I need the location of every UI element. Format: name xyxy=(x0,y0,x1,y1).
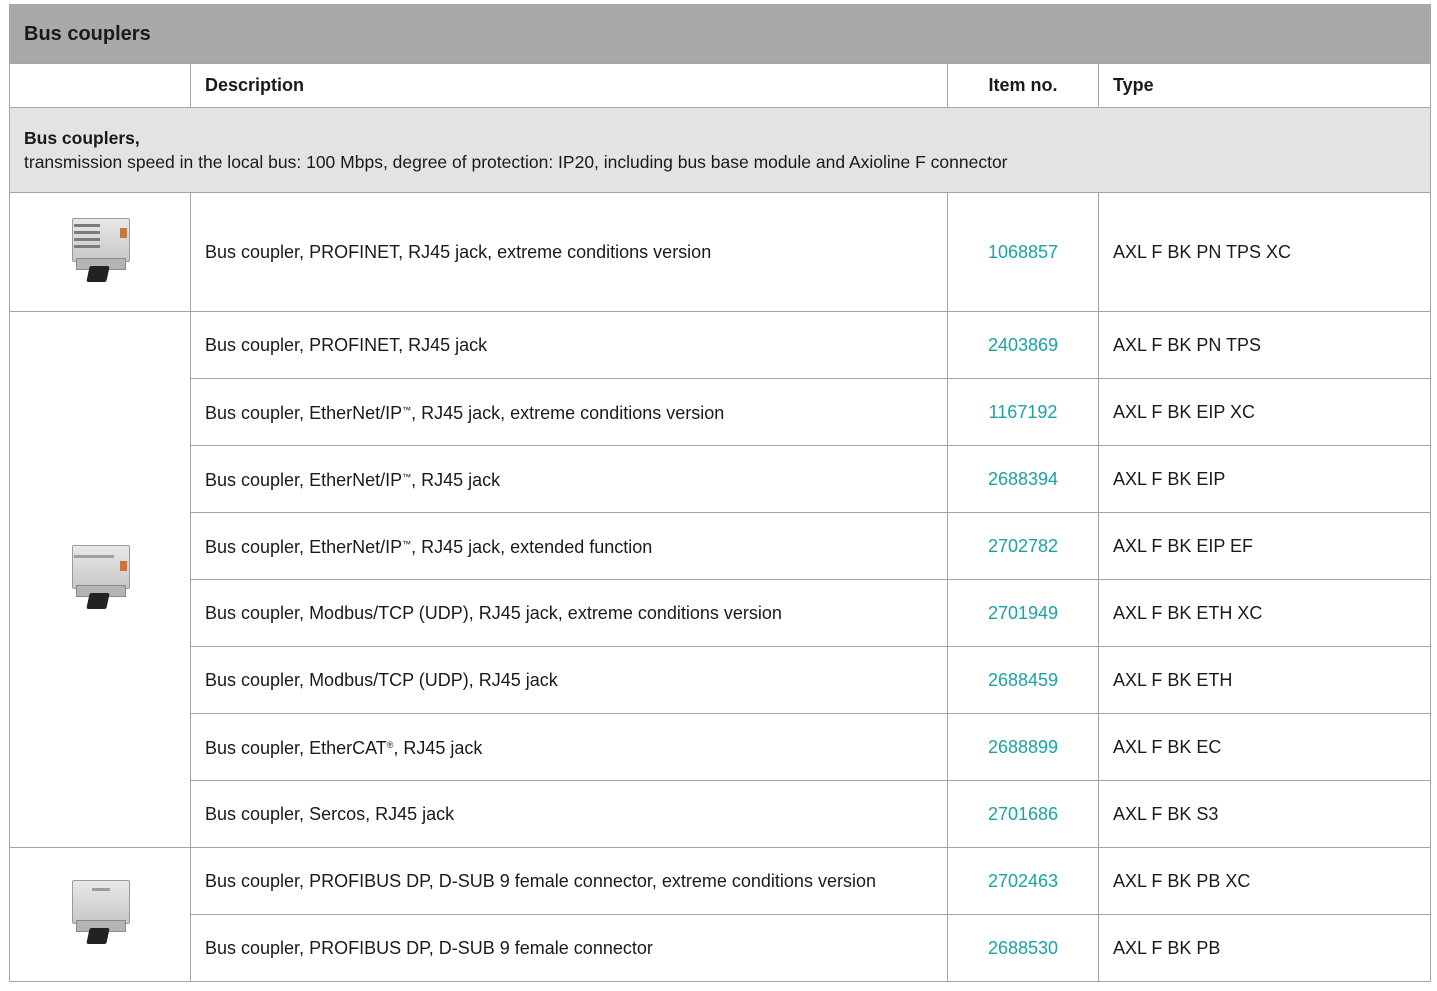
row-description: Bus coupler, EtherNet/IP™, RJ45 jack, ex… xyxy=(190,378,948,446)
row-type: AXL F BK PB XC xyxy=(1097,847,1432,915)
row-description: Bus coupler, PROFIBUS DP, D-SUB 9 female… xyxy=(190,847,948,915)
trademark-mark: ™ xyxy=(402,405,412,415)
header-item-no: Item no. xyxy=(947,63,1099,108)
product-table: Bus couplers Description Item no. Type B… xyxy=(8,4,1432,982)
row-type: AXL F BK PN TPS xyxy=(1097,311,1432,379)
header-image-cell xyxy=(9,63,191,108)
row-description: Bus coupler, PROFINET, RJ45 jack xyxy=(190,311,948,379)
product-image-cell xyxy=(9,192,191,312)
header-type: Type xyxy=(1097,63,1432,108)
bus-coupler-xc-image xyxy=(68,216,132,284)
item-number-link[interactable]: 1068857 xyxy=(947,192,1099,312)
table-title: Bus couplers xyxy=(8,4,1432,64)
item-number-link[interactable]: 2688459 xyxy=(947,646,1099,714)
group-header: Bus couplers, transmission speed in the … xyxy=(8,107,1432,193)
item-number-link[interactable]: 2688899 xyxy=(947,713,1099,781)
trademark-mark: ™ xyxy=(402,472,412,482)
group-subtitle: transmission speed in the local bus: 100… xyxy=(24,151,1008,172)
table-row: Bus coupler, PROFINET, RJ45 jack 2403869… xyxy=(9,311,1432,848)
table-row: Bus coupler, PROFINET, RJ45 jack, extrem… xyxy=(9,192,1432,312)
item-number-link[interactable]: 2688394 xyxy=(947,445,1099,513)
bus-coupler-profibus-image xyxy=(68,878,132,946)
table-row: Bus coupler, Modbus/TCP (UDP), RJ45 jack… xyxy=(10,646,1432,714)
row-description: Bus coupler, PROFINET, RJ45 jack, extrem… xyxy=(190,192,948,312)
table-row: Bus coupler, EtherCAT®, RJ45 jack 268889… xyxy=(10,713,1432,781)
item-number-link[interactable]: 2701949 xyxy=(947,579,1099,647)
group-title: Bus couplers, xyxy=(24,127,140,148)
row-type: AXL F BK ETH XC xyxy=(1097,579,1432,647)
row-description: Bus coupler, Sercos, RJ45 jack xyxy=(190,780,948,848)
table-row: Bus coupler, Sercos, RJ45 jack 2701686 A… xyxy=(10,780,1432,848)
table-row: Bus coupler, EtherNet/IP™, RJ45 jack, ex… xyxy=(10,378,1432,446)
trademark-mark: ™ xyxy=(402,539,412,549)
item-number-link[interactable]: 2702782 xyxy=(947,512,1099,580)
row-type: AXL F BK PN TPS XC xyxy=(1097,192,1432,312)
row-type: AXL F BK S3 xyxy=(1097,780,1432,848)
row-description: Bus coupler, EtherCAT®, RJ45 jack xyxy=(190,713,948,781)
row-type: AXL F BK EIP XC xyxy=(1097,378,1432,446)
bus-coupler-image xyxy=(68,543,132,611)
row-type: AXL F BK EIP xyxy=(1097,445,1432,513)
item-number-link[interactable]: 2403869 xyxy=(947,311,1099,379)
row-description: Bus coupler, PROFIBUS DP, D-SUB 9 female… xyxy=(190,914,948,982)
table-row: Bus coupler, PROFIBUS DP, D-SUB 9 female… xyxy=(10,914,1432,982)
item-number-link[interactable]: 2701686 xyxy=(947,780,1099,848)
header-description: Description xyxy=(190,63,948,108)
row-type: AXL F BK PB xyxy=(1097,914,1432,982)
row-description: Bus coupler, Modbus/TCP (UDP), RJ45 jack… xyxy=(190,579,948,647)
item-number-link[interactable]: 1167192 xyxy=(947,378,1099,446)
item-number-link[interactable]: 2688530 xyxy=(947,914,1099,982)
table-row: Bus coupler, PROFIBUS DP, D-SUB 9 female… xyxy=(9,847,1432,982)
row-type: AXL F BK EIP EF xyxy=(1097,512,1432,580)
product-image-cell xyxy=(9,847,191,982)
table-row: Bus coupler, EtherNet/IP™, RJ45 jack, ex… xyxy=(10,512,1432,580)
table-row: Bus coupler, EtherNet/IP™, RJ45 jack 268… xyxy=(10,445,1432,513)
row-description: Bus coupler, EtherNet/IP™, RJ45 jack xyxy=(190,445,948,513)
item-number-link[interactable]: 2702463 xyxy=(947,847,1099,915)
row-description: Bus coupler, EtherNet/IP™, RJ45 jack, ex… xyxy=(190,512,948,580)
table-row: Bus coupler, Modbus/TCP (UDP), RJ45 jack… xyxy=(10,579,1432,647)
product-image-cell xyxy=(9,311,191,848)
row-type: AXL F BK ETH xyxy=(1097,646,1432,714)
row-type: AXL F BK EC xyxy=(1097,713,1432,781)
row-description: Bus coupler, Modbus/TCP (UDP), RJ45 jack xyxy=(190,646,948,714)
